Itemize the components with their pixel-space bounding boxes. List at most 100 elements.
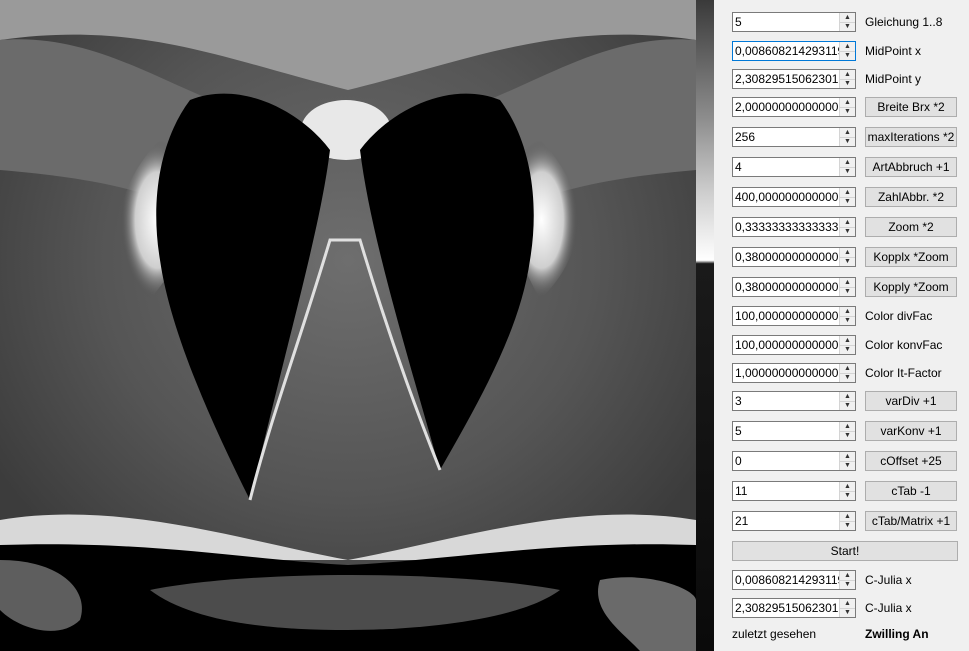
up-arrow-icon[interactable]: ▲ (840, 452, 855, 461)
numeric-updown[interactable]: ▲▼ (732, 451, 856, 471)
spin-buttons[interactable]: ▲ ▼ (839, 218, 855, 236)
numeric-updown[interactable]: ▲▼ (732, 157, 856, 177)
up-arrow-icon[interactable]: ▲ (840, 482, 855, 491)
spin-buttons[interactable]: ▲ ▼ (839, 13, 855, 31)
numeric-input[interactable] (733, 218, 839, 236)
up-arrow-icon[interactable]: ▲ (840, 218, 855, 227)
spin-buttons[interactable]: ▲ ▼ (839, 188, 855, 206)
numeric-input[interactable] (733, 13, 839, 31)
spin-buttons[interactable]: ▲ ▼ (839, 70, 855, 88)
spin-buttons[interactable]: ▲ ▼ (839, 128, 855, 146)
numeric-input[interactable] (733, 422, 839, 440)
numeric-input[interactable] (733, 42, 839, 60)
action-button[interactable]: Kopply *Zoom (865, 277, 957, 297)
action-button[interactable]: ZahlAbbr. *2 (865, 187, 957, 207)
numeric-input[interactable] (733, 571, 839, 589)
down-arrow-icon[interactable]: ▼ (840, 51, 855, 60)
numeric-updown[interactable]: ▲▼ (732, 127, 856, 147)
numeric-input[interactable] (733, 278, 839, 296)
down-arrow-icon[interactable]: ▼ (840, 373, 855, 382)
down-arrow-icon[interactable]: ▼ (840, 316, 855, 325)
down-arrow-icon[interactable]: ▼ (840, 521, 855, 530)
spin-buttons[interactable]: ▲ ▼ (839, 599, 855, 617)
numeric-updown[interactable]: ▲▼ (732, 97, 856, 117)
numeric-input[interactable] (733, 599, 839, 617)
spin-buttons[interactable]: ▲ ▼ (839, 307, 855, 325)
action-button[interactable]: cOffset +25 (865, 451, 957, 471)
spin-buttons[interactable]: ▲ ▼ (839, 512, 855, 530)
numeric-input[interactable] (733, 392, 839, 410)
numeric-updown[interactable]: ▲▼ (732, 511, 856, 531)
numeric-updown[interactable]: ▲▼ (732, 421, 856, 441)
numeric-input[interactable] (733, 128, 839, 146)
action-button[interactable]: maxIterations *2 (865, 127, 957, 147)
numeric-updown[interactable]: ▲▼ (732, 335, 856, 355)
spin-buttons[interactable]: ▲ ▼ (839, 452, 855, 470)
numeric-updown[interactable]: ▲▼ (732, 69, 856, 89)
spin-buttons[interactable]: ▲ ▼ (839, 42, 855, 60)
up-arrow-icon[interactable]: ▲ (840, 512, 855, 521)
up-arrow-icon[interactable]: ▲ (840, 70, 855, 79)
action-button[interactable]: varKonv +1 (865, 421, 957, 441)
fractal-canvas[interactable] (0, 0, 696, 651)
spin-buttons[interactable]: ▲ ▼ (839, 336, 855, 354)
up-arrow-icon[interactable]: ▲ (840, 158, 855, 167)
numeric-input[interactable] (733, 70, 839, 88)
up-arrow-icon[interactable]: ▲ (840, 248, 855, 257)
down-arrow-icon[interactable]: ▼ (840, 580, 855, 589)
numeric-updown[interactable]: ▲▼ (732, 187, 856, 207)
up-arrow-icon[interactable]: ▲ (840, 422, 855, 431)
down-arrow-icon[interactable]: ▼ (840, 608, 855, 617)
numeric-input[interactable] (733, 482, 839, 500)
action-button[interactable]: cTab -1 (865, 481, 957, 501)
spin-buttons[interactable]: ▲ ▼ (839, 364, 855, 382)
spin-buttons[interactable]: ▲ ▼ (839, 392, 855, 410)
down-arrow-icon[interactable]: ▼ (840, 345, 855, 354)
up-arrow-icon[interactable]: ▲ (840, 42, 855, 51)
numeric-updown[interactable]: ▲▼ (732, 363, 856, 383)
down-arrow-icon[interactable]: ▼ (840, 137, 855, 146)
numeric-updown[interactable]: ▲▼ (732, 306, 856, 326)
spin-buttons[interactable]: ▲ ▼ (839, 158, 855, 176)
numeric-updown[interactable]: ▲▼ (732, 481, 856, 501)
numeric-input[interactable] (733, 364, 839, 382)
numeric-input[interactable] (733, 98, 839, 116)
spin-buttons[interactable]: ▲ ▼ (839, 422, 855, 440)
spin-buttons[interactable]: ▲ ▼ (839, 278, 855, 296)
spin-buttons[interactable]: ▲ ▼ (839, 248, 855, 266)
numeric-updown[interactable]: ▲▼ (732, 41, 856, 61)
up-arrow-icon[interactable]: ▲ (840, 128, 855, 137)
numeric-input[interactable] (733, 452, 839, 470)
action-button[interactable]: Kopplx *Zoom (865, 247, 957, 267)
up-arrow-icon[interactable]: ▲ (840, 571, 855, 580)
down-arrow-icon[interactable]: ▼ (840, 491, 855, 500)
down-arrow-icon[interactable]: ▼ (840, 287, 855, 296)
numeric-input[interactable] (733, 512, 839, 530)
up-arrow-icon[interactable]: ▲ (840, 336, 855, 345)
down-arrow-icon[interactable]: ▼ (840, 431, 855, 440)
numeric-input[interactable] (733, 158, 839, 176)
numeric-updown[interactable]: ▲▼ (732, 247, 856, 267)
start-button[interactable]: Start! (732, 541, 958, 561)
down-arrow-icon[interactable]: ▼ (840, 401, 855, 410)
action-button[interactable]: cTab/Matrix +1 (865, 511, 957, 531)
down-arrow-icon[interactable]: ▼ (840, 167, 855, 176)
up-arrow-icon[interactable]: ▲ (840, 188, 855, 197)
down-arrow-icon[interactable]: ▼ (840, 22, 855, 31)
action-button[interactable]: Breite Brx *2 (865, 97, 957, 117)
numeric-updown[interactable]: ▲▼ (732, 391, 856, 411)
spin-buttons[interactable]: ▲ ▼ (839, 98, 855, 116)
numeric-input[interactable] (733, 307, 839, 325)
action-button[interactable]: Zoom *2 (865, 217, 957, 237)
down-arrow-icon[interactable]: ▼ (840, 257, 855, 266)
numeric-input[interactable] (733, 248, 839, 266)
down-arrow-icon[interactable]: ▼ (840, 107, 855, 116)
up-arrow-icon[interactable]: ▲ (840, 392, 855, 401)
up-arrow-icon[interactable]: ▲ (840, 364, 855, 373)
numeric-updown[interactable]: ▲▼ (732, 12, 856, 32)
numeric-updown[interactable]: ▲▼ (732, 598, 856, 618)
numeric-updown[interactable]: ▲▼ (732, 570, 856, 590)
down-arrow-icon[interactable]: ▼ (840, 197, 855, 206)
up-arrow-icon[interactable]: ▲ (840, 13, 855, 22)
up-arrow-icon[interactable]: ▲ (840, 599, 855, 608)
